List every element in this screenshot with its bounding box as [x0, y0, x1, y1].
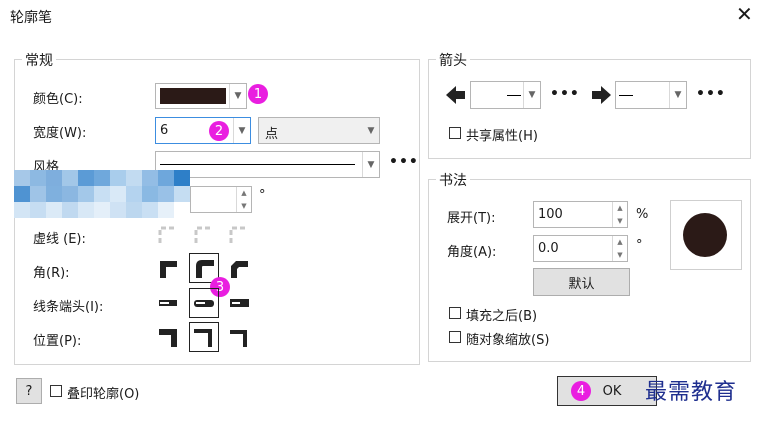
round-cap-icon[interactable] — [189, 288, 219, 318]
unit-select[interactable]: 点 ▼ — [258, 117, 380, 144]
calligraphy-group-label: 书法 — [436, 170, 470, 190]
stretch-value: 100 — [538, 207, 563, 222]
stretch-input[interactable]: 100 ▲ ▼ — [533, 201, 628, 228]
line-style-preview — [160, 164, 355, 165]
overprint-label: 叠印轮廓(O) — [67, 387, 140, 402]
dash-label: 虚线 (E): — [33, 232, 86, 247]
degree-symbol: ° — [259, 188, 266, 203]
annotation-badge-2: 2 — [209, 121, 229, 141]
stretch-unit: % — [636, 207, 649, 222]
corner-label: 角(R): — [33, 266, 70, 281]
inside-position-icon[interactable] — [228, 326, 250, 348]
ok-label: OK — [602, 383, 622, 399]
unit-value: 点 — [265, 127, 279, 142]
chevron-down-icon: ▼ — [362, 152, 379, 177]
arrow-left-icon — [446, 86, 456, 104]
width-label: 宽度(W): — [33, 126, 87, 141]
fill-behind-label: 填充之后(B) — [466, 309, 538, 324]
dash-option-3-icon — [229, 226, 247, 243]
watermark-text: 最需教育 — [645, 380, 738, 405]
miter-corner-icon[interactable] — [157, 258, 179, 280]
color-swatch — [160, 88, 226, 104]
end-arrow-select[interactable]: ▼ — [615, 81, 687, 109]
stretch-label: 展开(T): — [447, 211, 496, 226]
width-input[interactable]: 6 ▼ — [155, 117, 251, 144]
line-preview — [507, 95, 521, 96]
more-icon[interactable]: ••• — [389, 154, 419, 170]
fill-behind-checkbox[interactable] — [449, 307, 461, 319]
close-icon[interactable]: ✕ — [736, 2, 753, 26]
dash-option-2-icon — [194, 226, 212, 243]
outside-position-icon[interactable] — [157, 326, 179, 348]
angle-label: 角度(A): — [447, 245, 497, 260]
more-icon[interactable]: ••• — [550, 86, 580, 102]
dash-option-1-icon — [158, 226, 176, 243]
nib-shape — [683, 213, 727, 257]
arrow-right-icon — [601, 86, 611, 104]
more-icon[interactable]: ••• — [696, 86, 726, 102]
annotation-badge-4: 4 — [571, 381, 591, 401]
arrow-left-icon-stem — [456, 91, 465, 99]
general-group-label: 常规 — [22, 50, 56, 70]
color-picker[interactable]: ▼ — [155, 83, 247, 109]
default-button[interactable]: 默认 — [533, 268, 630, 296]
center-position-icon[interactable] — [189, 322, 219, 352]
angle-unit: ° — [636, 238, 643, 253]
blurred-region — [14, 170, 190, 218]
share-attributes-label: 共享属性(H) — [466, 129, 538, 144]
arrows-group — [428, 59, 751, 159]
chevron-down-icon: ▼ — [367, 125, 375, 136]
line-cap-label: 线条端头(I): — [33, 300, 104, 315]
annotation-badge-1: 1 — [248, 84, 268, 104]
overprint-checkbox[interactable] — [50, 385, 62, 397]
width-value: 6 — [160, 123, 169, 138]
bevel-corner-icon[interactable] — [228, 258, 250, 280]
color-label: 颜色(C): — [33, 92, 83, 107]
chevron-down-icon: ▼ — [523, 82, 540, 108]
share-attributes-checkbox[interactable] — [449, 127, 461, 139]
angle-input[interactable]: 0.0 ▲ ▼ — [533, 235, 628, 262]
help-button[interactable]: ? — [16, 378, 42, 404]
scale-with-object-checkbox[interactable] — [449, 331, 461, 343]
chevron-down-icon: ▼ — [229, 84, 246, 108]
miter-limit-input[interactable]: ▲ ▼ — [190, 186, 252, 213]
butt-cap-icon[interactable] — [157, 292, 179, 314]
dialog-title: 轮廓笔 — [10, 10, 52, 26]
scale-with-object-label: 随对象缩放(S) — [466, 333, 550, 348]
chevron-down-icon: ▼ — [669, 82, 686, 108]
start-arrow-select[interactable]: ▼ — [470, 81, 541, 109]
line-preview — [619, 95, 633, 96]
position-label: 位置(P): — [33, 334, 82, 349]
arrows-group-label: 箭头 — [436, 50, 470, 70]
arrow-right-icon-stem — [592, 91, 601, 99]
chevron-down-icon: ▼ — [233, 118, 250, 143]
nib-preview — [670, 200, 742, 270]
angle-value: 0.0 — [538, 241, 559, 256]
square-cap-icon[interactable] — [228, 292, 250, 314]
